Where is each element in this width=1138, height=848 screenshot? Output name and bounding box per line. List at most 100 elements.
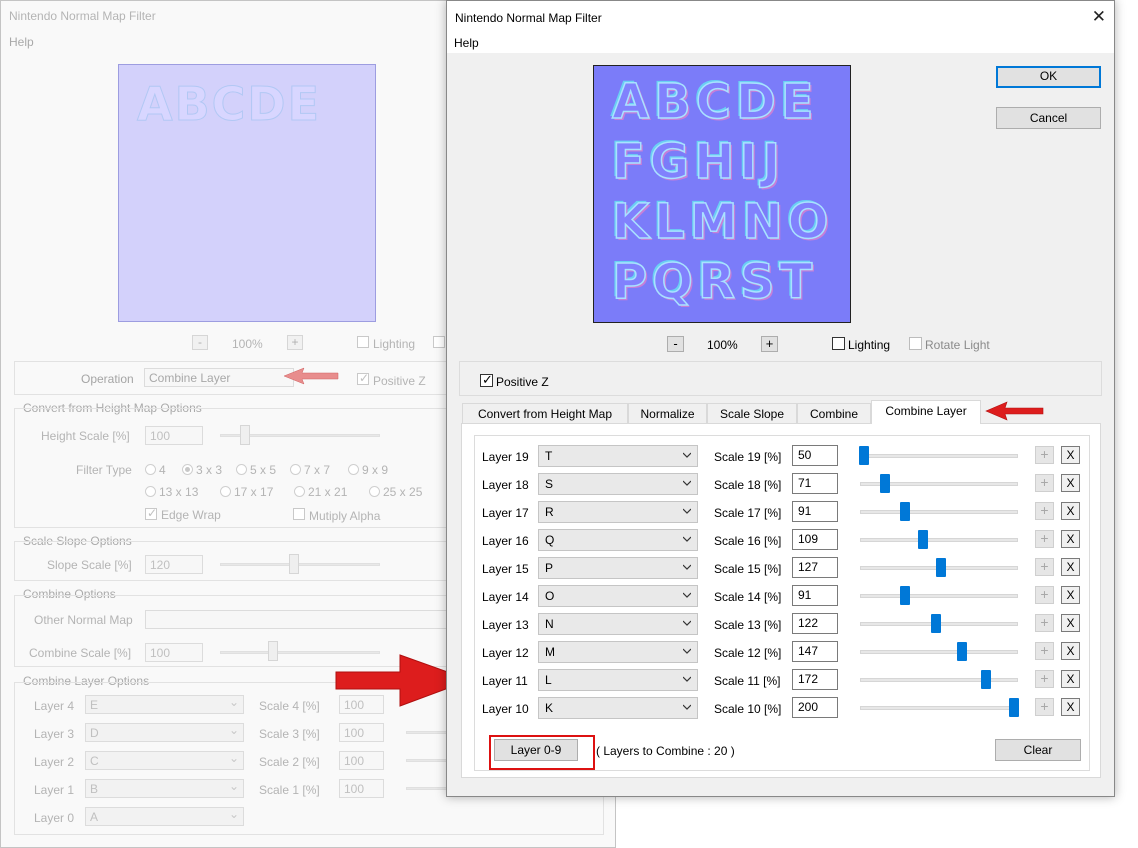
layer-select[interactable]: M	[538, 641, 698, 663]
scale-slider-thumb[interactable]	[1009, 698, 1019, 717]
layer-select-value: Q	[545, 533, 555, 547]
add-layer-button[interactable]: +	[1035, 502, 1054, 520]
scale-slider-thumb[interactable]	[899, 502, 910, 521]
layer-label: Layer 17	[482, 506, 529, 520]
scale-slider-track[interactable]	[860, 678, 1018, 682]
normal-map-preview: ABCDE FGHIJ KLMNO PQRST	[593, 65, 851, 323]
remove-layer-button[interactable]: X	[1061, 502, 1080, 520]
scale-slider-track[interactable]	[860, 538, 1018, 542]
tab-combine-layer[interactable]: Combine Layer	[871, 400, 981, 424]
tab-arrow-icon	[985, 401, 1044, 421]
bg-scale-label: Scale 1 [%]	[259, 783, 320, 797]
scale-input[interactable]: 127	[792, 557, 838, 578]
scale-input[interactable]: 50	[792, 445, 838, 466]
scale-input[interactable]: 200	[792, 697, 838, 718]
scale-input[interactable]: 109	[792, 529, 838, 550]
cancel-button[interactable]: Cancel	[996, 107, 1101, 129]
ok-button[interactable]: OK	[996, 66, 1101, 88]
remove-layer-button[interactable]: X	[1061, 446, 1080, 464]
layer-select[interactable]: N	[538, 613, 698, 635]
layer-range-button[interactable]: Layer 0-9	[494, 739, 578, 761]
bg-filter-option: 7 x 7	[304, 463, 331, 477]
layer-select[interactable]: O	[538, 585, 698, 607]
scale-input[interactable]: 71	[792, 473, 838, 494]
remove-layer-button[interactable]: X	[1061, 670, 1080, 688]
scale-slider-thumb[interactable]	[956, 642, 967, 661]
positive-z-checkbox[interactable]	[480, 372, 493, 388]
add-layer-button[interactable]: +	[1035, 530, 1054, 548]
scale-slider-thumb[interactable]	[917, 530, 928, 549]
add-layer-button[interactable]: +	[1035, 642, 1054, 660]
tab-combine[interactable]: Combine	[797, 403, 871, 424]
menu-help[interactable]: Help	[454, 36, 479, 50]
remove-layer-button[interactable]: X	[1061, 558, 1080, 576]
remove-layer-button[interactable]: X	[1061, 642, 1080, 660]
remove-layer-button[interactable]: X	[1061, 698, 1080, 716]
close-icon[interactable]: ✕	[1092, 7, 1106, 27]
scale-input[interactable]: 91	[792, 585, 838, 606]
clear-button[interactable]: Clear	[995, 739, 1081, 761]
scale-slider-track[interactable]	[860, 650, 1018, 654]
bg-slope-scale-thumb	[289, 554, 299, 574]
tab-scale-slope[interactable]: Scale Slope	[707, 403, 797, 424]
scale-slider-thumb[interactable]	[880, 474, 890, 493]
layer-select-value: O	[545, 589, 555, 603]
bg-scale-track	[406, 731, 448, 734]
scale-slider-track[interactable]	[860, 454, 1018, 458]
normal-map-filter-dialog: Nintendo Normal Map Filter ✕ Help ABCDE …	[446, 0, 1115, 797]
add-layer-button[interactable]: +	[1035, 558, 1054, 576]
bg-filter-option: 9 x 9	[362, 463, 389, 477]
zoom-in-button[interactable]: +	[761, 336, 778, 352]
zoom-out-button[interactable]: -	[667, 336, 684, 352]
add-layer-button[interactable]: +	[1035, 474, 1054, 492]
bg-filter-option: 3 x 3	[196, 463, 223, 477]
bg-filter-radio	[220, 486, 231, 497]
remove-layer-button[interactable]: X	[1061, 530, 1080, 548]
bg-scale-input: 100	[339, 723, 384, 742]
chevron-down-icon	[683, 508, 691, 514]
rotate-light-checkbox[interactable]	[909, 337, 922, 350]
layer-select[interactable]: P	[538, 557, 698, 579]
bg-edge-wrap-checkbox	[145, 506, 157, 520]
add-layer-button[interactable]: +	[1035, 698, 1054, 716]
layer-label: Layer 11	[482, 674, 528, 688]
scale-input[interactable]: 91	[792, 501, 838, 522]
add-layer-button[interactable]: +	[1035, 614, 1054, 632]
scale-slider-thumb[interactable]	[980, 670, 991, 689]
lighting-checkbox[interactable]	[832, 337, 845, 350]
remove-layer-button[interactable]: X	[1061, 474, 1080, 492]
scale-input[interactable]: 172	[792, 669, 838, 690]
layer-select[interactable]: R	[538, 501, 698, 523]
tab-convert-from-height-map[interactable]: Convert from Height Map	[462, 403, 628, 424]
scale-label: Scale 14 [%]	[714, 590, 782, 604]
scale-slider-thumb[interactable]	[931, 614, 941, 633]
remove-layer-button[interactable]: X	[1061, 586, 1080, 604]
scale-slider-track[interactable]	[860, 594, 1018, 598]
layer-select[interactable]: Q	[538, 529, 698, 551]
scale-slider-thumb[interactable]	[859, 446, 869, 465]
add-layer-button[interactable]: +	[1035, 586, 1054, 604]
remove-layer-button[interactable]: X	[1061, 614, 1080, 632]
scale-slider-thumb[interactable]	[899, 586, 910, 605]
scale-slider-thumb[interactable]	[935, 558, 946, 577]
tab-normalize[interactable]: Normalize	[628, 403, 707, 424]
bg-layer-label: Layer 4	[34, 699, 75, 713]
layer-select[interactable]: T	[538, 445, 698, 467]
scale-label: Scale 16 [%]	[714, 534, 782, 548]
add-layer-button[interactable]: +	[1035, 446, 1054, 464]
scale-slider-track[interactable]	[860, 706, 1018, 710]
bg-filter-type-label: Filter Type	[76, 463, 132, 477]
chevron-down-icon	[683, 480, 691, 486]
add-layer-button[interactable]: +	[1035, 670, 1054, 688]
scale-input[interactable]: 122	[792, 613, 838, 634]
bg-preview-letters: ABCDE	[136, 77, 322, 132]
scale-slider-track[interactable]	[860, 510, 1018, 514]
chevron-down-icon	[683, 564, 691, 570]
layer-select[interactable]: L	[538, 669, 698, 691]
layer-select[interactable]: S	[538, 473, 698, 495]
scale-label: Scale 10 [%]	[714, 702, 782, 716]
bg-scale-input: 100	[339, 751, 384, 770]
layer-select[interactable]: K	[538, 697, 698, 719]
layer-select-value: R	[545, 505, 554, 519]
scale-input[interactable]: 147	[792, 641, 838, 662]
